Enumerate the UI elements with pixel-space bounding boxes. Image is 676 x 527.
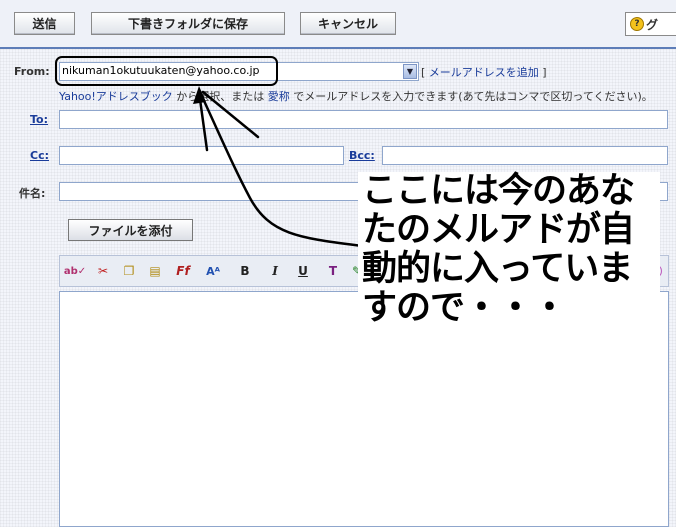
annotation-text: ここには今のあなたのメルアドが自動的に入っていますので・・・ bbox=[362, 171, 635, 328]
arrowhead-icon bbox=[193, 86, 206, 104]
compose-page: 送信 下書きフォルダに保存 キャンセル ? グ From: ▼ nikuman1… bbox=[0, 0, 676, 527]
annotation-arrow-main bbox=[198, 90, 364, 248]
